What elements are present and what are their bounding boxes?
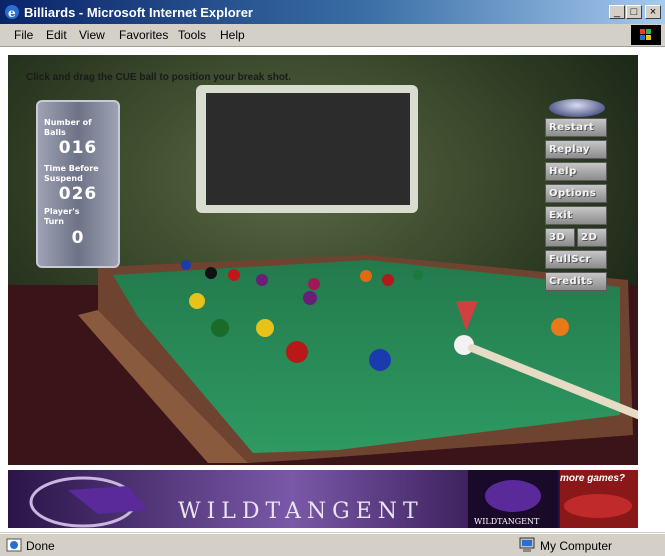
turn-label: Player's Turn xyxy=(44,207,80,226)
menu-tools[interactable]: Tools xyxy=(178,28,206,42)
score-panel: Number of Balls 016 Time Before Suspend … xyxy=(36,100,120,268)
page-icon xyxy=(6,538,22,552)
restart-button[interactable]: Restart xyxy=(545,118,607,137)
browser-content: Click and drag the CUE ball to position … xyxy=(0,47,665,532)
title-bar: e Billiards - Microsoft Internet Explore… xyxy=(0,0,665,24)
instruction-text: Click and drag the CUE ball to position … xyxy=(26,72,292,83)
status-bar: Done My Computer xyxy=(0,533,665,556)
balls-value: 016 xyxy=(58,138,98,158)
fullscreen-button[interactable]: FullScr xyxy=(545,250,607,269)
balls-label: Number of Balls xyxy=(44,118,92,137)
menu-file[interactable]: File xyxy=(14,28,33,42)
status-text: Done xyxy=(26,539,55,553)
banner-logo-text: WILDTANGENT xyxy=(474,517,540,526)
menu-favorites[interactable]: Favorites xyxy=(119,28,168,42)
security-zone: My Computer xyxy=(540,539,613,553)
close-button[interactable]: × xyxy=(645,5,661,19)
time-label: Time Before Suspend xyxy=(44,164,99,183)
view-3d-button[interactable]: 3D xyxy=(545,228,575,247)
computer-icon xyxy=(519,537,535,552)
maximize-button[interactable]: □ xyxy=(626,5,642,19)
menu-cap-icon xyxy=(549,99,605,117)
menu-view[interactable]: View xyxy=(79,28,105,42)
menu-edit[interactable]: Edit xyxy=(46,28,67,42)
window-title: Billiards - Microsoft Internet Explorer xyxy=(24,5,253,20)
help-button[interactable]: Help xyxy=(545,162,607,181)
options-button[interactable]: Options xyxy=(545,184,607,203)
windows-logo-icon xyxy=(631,25,661,45)
turn-value: 0 xyxy=(71,228,85,248)
credits-button[interactable]: Credits xyxy=(545,272,607,291)
minimize-button[interactable]: _ xyxy=(609,5,625,19)
menu-help[interactable]: Help xyxy=(220,28,245,42)
internet-explorer-icon: e xyxy=(5,5,19,20)
replay-button[interactable]: Replay xyxy=(545,140,607,159)
svg-text:e: e xyxy=(8,6,16,20)
more-games-link[interactable]: more games? xyxy=(560,473,625,484)
view-2d-button[interactable]: 2D xyxy=(577,228,607,247)
brand-text: WILDTANGENT xyxy=(178,499,424,524)
exit-button[interactable]: Exit xyxy=(545,206,607,225)
menu-bar: File Edit View Favorites Tools Help xyxy=(0,24,665,47)
time-value: 026 xyxy=(58,184,98,204)
